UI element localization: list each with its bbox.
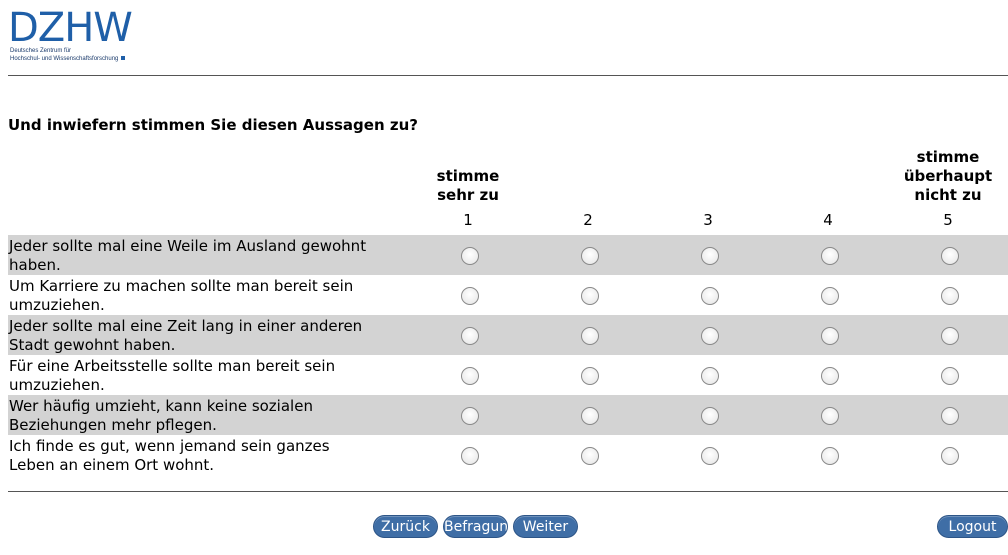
radio-option-2[interactable] <box>581 407 599 425</box>
survey-button[interactable]: Befragung <box>443 515 508 538</box>
radio-option-2[interactable] <box>581 287 599 305</box>
scale-point-5: 5 <box>943 211 953 229</box>
scale-point-2: 2 <box>583 211 593 229</box>
radio-option-4[interactable] <box>821 447 839 465</box>
statement-row: Um Karriere zu machen sollte man bereit … <box>8 275 1008 315</box>
radio-option-2[interactable] <box>581 327 599 345</box>
statement-text: Wer häufig umzieht, kann keine sozialen B… <box>9 397 313 434</box>
statement-text: Ich finde es gut, wenn jemand sein ganze… <box>9 437 330 474</box>
radio-option-5[interactable] <box>941 407 959 425</box>
radio-option-5[interactable] <box>941 247 959 265</box>
logo-subtitle: Deutsches Zentrum für Hochschul- und Wis… <box>10 47 126 63</box>
dzhw-logo: DZHW Deutsches Zentrum für Hochschul- un… <box>8 8 148 70</box>
radio-option-3[interactable] <box>701 447 719 465</box>
logout-button[interactable]: Logout <box>937 515 1008 538</box>
scale-header: stimme sehr zu stimme überhaupt nicht zu… <box>0 145 1008 233</box>
radio-option-1[interactable] <box>461 247 479 265</box>
likert-grid: Jeder sollte mal eine Weile im Ausland g… <box>8 235 1008 475</box>
scale-point-3: 3 <box>703 211 713 229</box>
scale-point-4: 4 <box>823 211 833 229</box>
radio-option-4[interactable] <box>821 327 839 345</box>
radio-option-5[interactable] <box>941 447 959 465</box>
radio-option-1[interactable] <box>461 407 479 425</box>
radio-option-1[interactable] <box>461 327 479 345</box>
svg-text:DZHW: DZHW <box>8 8 132 46</box>
radio-option-1[interactable] <box>461 447 479 465</box>
statement-row: Wer häufig umzieht, kann keine sozialen B… <box>8 395 1008 435</box>
radio-option-3[interactable] <box>701 327 719 345</box>
top-divider <box>8 75 1008 76</box>
radio-option-3[interactable] <box>701 287 719 305</box>
statement-row: Ich finde es gut, wenn jemand sein ganze… <box>8 435 1008 475</box>
radio-option-1[interactable] <box>461 287 479 305</box>
radio-option-5[interactable] <box>941 327 959 345</box>
statement-text: Jeder sollte mal eine Zeit lang in einer… <box>9 317 363 354</box>
radio-option-4[interactable] <box>821 367 839 385</box>
statement-text: Für eine Arbeitsstelle sollte man bereit… <box>9 357 336 394</box>
radio-option-4[interactable] <box>821 407 839 425</box>
statement-row: Für eine Arbeitsstelle sollte man bereit… <box>8 355 1008 395</box>
statement-text: Jeder sollte mal eine Weile im Ausland g… <box>9 237 367 274</box>
right-anchor-label: stimme überhaupt nicht zu <box>903 148 993 204</box>
radio-option-5[interactable] <box>941 287 959 305</box>
radio-option-3[interactable] <box>701 367 719 385</box>
radio-option-3[interactable] <box>701 407 719 425</box>
question-text: Und inwiefern stimmen Sie diesen Aussage… <box>8 116 418 134</box>
back-button[interactable]: Zurück <box>373 515 438 538</box>
radio-option-4[interactable] <box>821 287 839 305</box>
dzhw-wordmark: DZHW <box>8 8 133 46</box>
left-anchor-label: stimme sehr zu <box>436 167 500 204</box>
scale-point-1: 1 <box>463 211 473 229</box>
radio-option-2[interactable] <box>581 247 599 265</box>
bottom-divider <box>8 491 1008 492</box>
radio-option-2[interactable] <box>581 447 599 465</box>
radio-option-3[interactable] <box>701 247 719 265</box>
statement-row: Jeder sollte mal eine Zeit lang in einer… <box>8 315 1008 355</box>
radio-option-5[interactable] <box>941 367 959 385</box>
statement-text: Um Karriere zu machen sollte man bereit … <box>9 277 354 314</box>
next-button[interactable]: Weiter <box>513 515 578 538</box>
statement-row: Jeder sollte mal eine Weile im Ausland g… <box>8 235 1008 275</box>
radio-option-1[interactable] <box>461 367 479 385</box>
radio-option-4[interactable] <box>821 247 839 265</box>
radio-option-2[interactable] <box>581 367 599 385</box>
